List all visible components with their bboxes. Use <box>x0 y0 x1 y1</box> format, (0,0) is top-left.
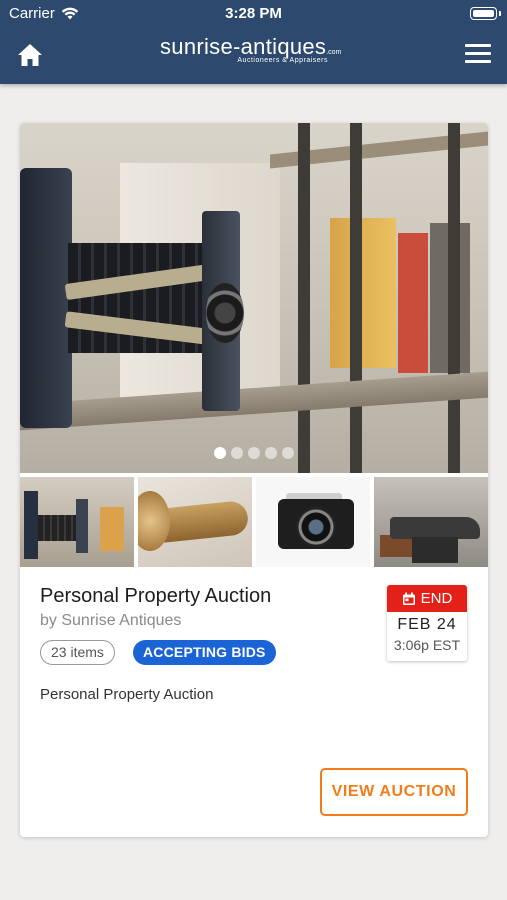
logo-name: sunrise-antiques <box>160 34 327 59</box>
hero-shelf-pole <box>350 123 362 473</box>
calendar-icon <box>402 592 415 605</box>
auction-card: Personal Property Auction by Sunrise Ant… <box>20 123 488 837</box>
carousel-dot-active[interactable] <box>214 447 226 459</box>
home-button[interactable] <box>16 42 44 68</box>
status-badge: ACCEPTING BIDS <box>133 640 276 665</box>
menu-icon-bar <box>465 60 491 63</box>
thumbnail-folding-camera[interactable] <box>20 477 134 567</box>
hero-camera-body <box>20 168 72 428</box>
end-header: END <box>387 585 467 612</box>
auction-end-date: END FEB 24 3:06p EST <box>387 585 467 661</box>
hero-shelf-pole <box>448 123 460 473</box>
status-time: 3:28 PM <box>225 5 282 22</box>
thumbnail-film-camera[interactable] <box>256 477 370 567</box>
battery-tip <box>499 11 501 16</box>
auction-description: Personal Property Auction <box>40 686 214 703</box>
auction-seller: by Sunrise Antiques <box>40 612 182 629</box>
items-count-badge: 23 items <box>40 640 115 665</box>
carousel-dot[interactable] <box>282 447 294 459</box>
end-date: FEB 24 <box>397 616 457 633</box>
end-label: END <box>420 590 453 607</box>
thumbnail-anvil[interactable] <box>374 477 488 567</box>
thumbnail-brass-horn[interactable] <box>138 477 252 567</box>
app-header: Carrier 3:28 PM sunrise-antiques.com Auc… <box>0 0 507 84</box>
hero-book <box>398 233 428 373</box>
carousel-dot[interactable] <box>265 447 277 459</box>
auction-title[interactable]: Personal Property Auction <box>40 585 271 608</box>
thumbnail-strip <box>20 477 488 567</box>
view-auction-button[interactable]: VIEW AUCTION <box>320 768 468 816</box>
logo-tagline: Auctioneers & Appraisers <box>237 57 328 64</box>
carousel-dot[interactable] <box>231 447 243 459</box>
home-icon <box>18 44 42 66</box>
hero-camera-lens <box>206 283 244 343</box>
hero-image-carousel[interactable] <box>20 123 488 473</box>
end-time: 3:06p EST <box>393 637 461 653</box>
menu-icon-bar <box>465 44 491 47</box>
hero-shelf-pole <box>298 123 310 473</box>
battery-icon <box>470 7 497 20</box>
menu-button[interactable] <box>465 44 491 64</box>
carousel-dots <box>20 447 488 459</box>
status-bar: Carrier 3:28 PM <box>0 0 507 28</box>
logo-suffix: .com <box>326 49 342 56</box>
site-logo[interactable]: sunrise-antiques.com Auctioneers & Appra… <box>160 36 350 70</box>
menu-icon-bar <box>465 52 491 55</box>
carousel-dot[interactable] <box>248 447 260 459</box>
hero-book <box>330 218 396 368</box>
